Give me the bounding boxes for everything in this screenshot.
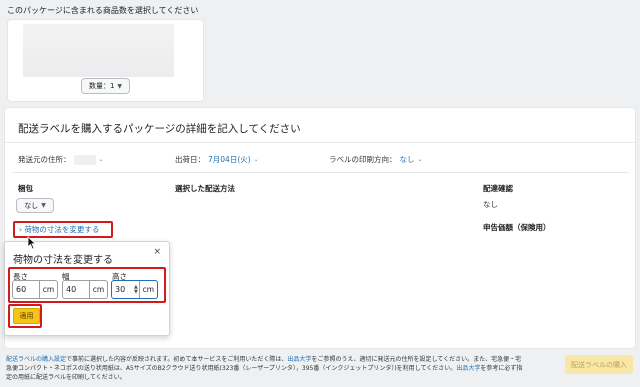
- close-icon[interactable]: ×: [153, 247, 161, 257]
- chevron-down-icon: ⌄: [98, 156, 104, 163]
- chevron-down-icon: ⌄: [253, 156, 259, 163]
- width-unit: cm: [89, 281, 107, 298]
- quantity-select[interactable]: 数量：1 ▼: [81, 78, 130, 94]
- delivery-confirmation-value: なし: [483, 200, 498, 209]
- chevron-down-icon: ⌄: [417, 156, 423, 163]
- shipping-method-header: 選択した配送方法: [175, 184, 235, 193]
- label-purchase-settings-link[interactable]: 配送ラベルの購入設定: [6, 356, 66, 363]
- chevron-down-icon: ▼: [117, 82, 123, 90]
- packaging-select[interactable]: なし ▼: [16, 198, 54, 213]
- length-field: cm: [12, 280, 58, 299]
- popup-title: 荷物の寸法を変更する: [13, 255, 113, 266]
- quantity-select-value: 数量：1: [88, 82, 115, 90]
- delivery-confirmation-header: 配達確認: [483, 184, 513, 193]
- height-input[interactable]: [112, 281, 134, 298]
- length-input[interactable]: [13, 281, 39, 298]
- print-orientation-value: なし: [399, 155, 415, 164]
- ship-from-label: 発送元の住所：: [18, 155, 71, 164]
- packaging-select-value: なし: [24, 201, 39, 210]
- buy-label-button[interactable]: 配送ラベルの購入: [565, 355, 633, 374]
- change-dimensions-link[interactable]: › 荷物の寸法を変更する: [19, 224, 99, 235]
- footer-text: で事前に選択した内容が反映されます。初めて本サービスをご利用いただく際は、: [66, 356, 288, 363]
- ship-from-value: [73, 154, 96, 165]
- width-input[interactable]: [63, 281, 89, 298]
- height-field: ▲▼ cm: [111, 280, 158, 299]
- height-unit: cm: [138, 281, 157, 298]
- ship-from[interactable]: 発送元の住所： ⌄: [18, 154, 104, 165]
- ship-date-label: 出荷日：: [175, 155, 205, 164]
- seller-university-link[interactable]: 出品大学: [456, 365, 480, 372]
- print-orientation[interactable]: ラベルの印刷方向： なし ⌄: [329, 154, 423, 165]
- declared-value-header: 申告価額（保険用）: [483, 223, 551, 232]
- apply-button[interactable]: 適用: [13, 308, 40, 324]
- packaging-header: 梱包: [18, 184, 33, 193]
- change-dimensions-popup: 荷物の寸法を変更する × 長さ 幅 高さ cm cm ▲▼ cm 適用: [4, 241, 170, 336]
- ship-date-value: 7月04日(火): [208, 155, 251, 164]
- page-title: 配送ラベルを購入するパッケージの詳細を記入してください: [18, 123, 301, 135]
- divider: [5, 142, 635, 143]
- chevron-down-icon: ▼: [41, 202, 46, 209]
- length-unit: cm: [39, 281, 57, 298]
- product-image: [23, 24, 174, 77]
- print-orientation-label: ラベルの印刷方向：: [329, 155, 397, 164]
- footer-notice: 配送ラベルの購入設定で事前に選択した内容が反映されます。初めて本サービスをご利用…: [6, 355, 526, 382]
- divider: [13, 172, 629, 173]
- seller-university-link[interactable]: 出品大学: [287, 356, 311, 363]
- ship-date[interactable]: 出荷日： 7月04日(火) ⌄: [175, 154, 259, 165]
- mouse-cursor-icon: [27, 236, 37, 250]
- package-item-count-instruction: このパッケージに含まれる商品数を選択してください: [7, 6, 199, 15]
- product-card: 数量：1 ▼: [7, 19, 204, 102]
- width-field: cm: [62, 280, 108, 299]
